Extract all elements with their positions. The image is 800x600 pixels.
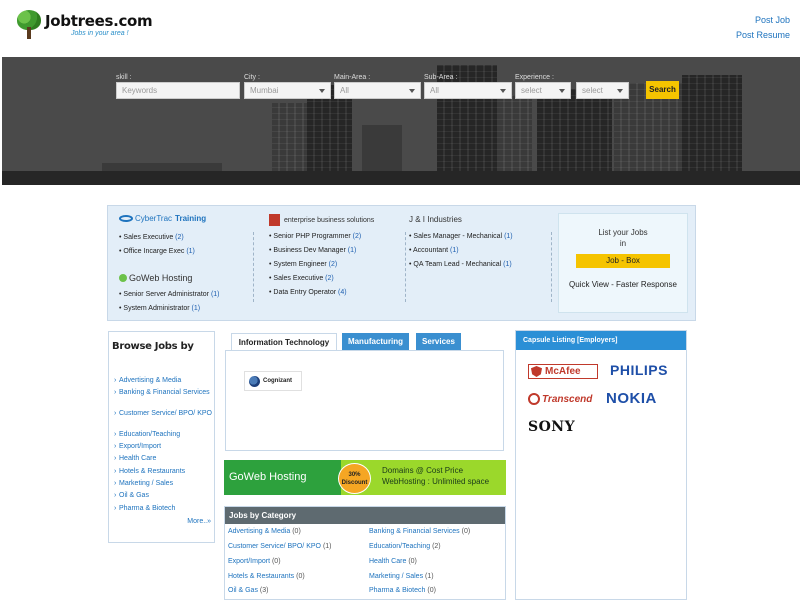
- nokia-logo[interactable]: NOKIA: [606, 390, 657, 407]
- list-jobs-box: List your Jobs in Job - Box Quick View -…: [558, 213, 688, 313]
- job-link[interactable]: • System Administrator (1): [119, 305, 200, 312]
- job-link[interactable]: • Office Incarge Exec (1): [119, 248, 195, 255]
- site-logo[interactable]: Jobtrees.com Jobs in your area !: [16, 10, 153, 40]
- cognizant-logo[interactable]: Cognizant: [244, 371, 302, 391]
- more-link[interactable]: More..»: [187, 518, 211, 525]
- discount-badge: 30% Discount: [338, 463, 371, 494]
- capsule-title: Capsule Listing [Employers]: [516, 331, 686, 350]
- browse-jobs-panel: Browse Jobs by Advertising & Media Banki…: [108, 331, 215, 543]
- list-jobs-title: List your Jobs in: [598, 228, 648, 248]
- tab-panel: Cognizant: [225, 350, 504, 451]
- logo-tagline: Jobs in your area !: [71, 29, 129, 37]
- job-box-button[interactable]: Job - Box: [576, 254, 670, 268]
- cybertrac-icon: [119, 215, 133, 222]
- category-link[interactable]: Export/Import (0): [228, 558, 281, 565]
- philips-logo[interactable]: PHILIPS: [610, 362, 668, 378]
- tab-information-technology[interactable]: Information Technology: [231, 333, 337, 350]
- category-link[interactable]: Hotels & Restaurants (0): [228, 573, 305, 580]
- category-link[interactable]: Health Care (0): [369, 558, 417, 565]
- jobs-by-category: Jobs by Category Advertising & Media (0)…: [224, 506, 506, 600]
- browse-title: Browse Jobs by: [112, 341, 194, 352]
- featured-employers: CyberTrac Training • Sales Executive (2)…: [107, 205, 696, 321]
- category-link[interactable]: Customer Service/ BPO/ KPO (1): [228, 543, 332, 550]
- job-link[interactable]: • System Engineer (2): [269, 261, 337, 268]
- main-area-field: Main-Area : All: [334, 73, 421, 99]
- category-link[interactable]: Education/Teaching (2): [369, 543, 441, 550]
- browse-link[interactable]: Customer Service/ BPO/ KPO: [114, 409, 212, 418]
- goweb-icon: [119, 274, 127, 282]
- mcafee-logo[interactable]: McAfee: [528, 364, 598, 379]
- cognizant-icon: [249, 375, 260, 387]
- browse-link[interactable]: Banking & Financial Services: [114, 388, 212, 397]
- job-link[interactable]: • QA Team Lead - Mechanical (1): [409, 261, 512, 268]
- job-link[interactable]: • Senior Server Administrator (1): [119, 291, 220, 298]
- category-link[interactable]: Banking & Financial Services (0): [369, 528, 470, 535]
- post-job-link[interactable]: Post Job: [736, 13, 790, 28]
- experience-max-select[interactable]: select: [576, 82, 629, 99]
- category-link[interactable]: Advertising & Media (0): [228, 528, 301, 535]
- sony-logo[interactable]: SONY: [528, 419, 575, 435]
- top-links: Post Job Post Resume: [736, 13, 790, 43]
- job-link[interactable]: • Sales Manager - Mechanical (1): [409, 233, 513, 240]
- category-title: Jobs by Category: [225, 507, 505, 524]
- job-link[interactable]: • Sales Executive (2): [269, 275, 334, 282]
- browse-link[interactable]: Pharma & Biotech: [114, 504, 212, 513]
- browse-link[interactable]: Oil & Gas: [114, 491, 212, 500]
- sub-area-field: Sub-Area : All: [424, 73, 512, 99]
- banner-text: Domains @ Cost Price WebHosting : Unlimi…: [382, 466, 490, 486]
- divider: [551, 232, 552, 302]
- banner-brand: GoWeb Hosting: [224, 460, 341, 495]
- goweb-logo[interactable]: GoWeb Hosting: [119, 273, 192, 283]
- cybertrac-logo[interactable]: CyberTrac Training: [119, 214, 206, 223]
- job-link[interactable]: • Data Entry Operator (4): [269, 289, 347, 296]
- browse-link[interactable]: Hotels & Restaurants: [114, 467, 212, 476]
- category-link[interactable]: Pharma & Biotech (0): [369, 587, 436, 594]
- keywords-input[interactable]: Keywords: [116, 82, 240, 99]
- capsule-listing: Capsule Listing [Employers] McAfee PHILI…: [515, 330, 687, 600]
- job-link[interactable]: • Accountant (1): [409, 247, 459, 254]
- category-link[interactable]: Marketing / Sales (1): [369, 573, 434, 580]
- job-link[interactable]: • Business Dev Manager (1): [269, 247, 356, 254]
- browse-link[interactable]: Marketing / Sales: [114, 479, 212, 488]
- divider: [405, 232, 406, 302]
- main-area-select[interactable]: All: [334, 82, 421, 99]
- experience-min-select[interactable]: select: [515, 82, 571, 99]
- divider: [253, 232, 254, 302]
- shield-icon: [531, 366, 542, 377]
- browse-link[interactable]: Advertising & Media: [114, 376, 212, 385]
- tree-logo-icon: [16, 10, 42, 40]
- city-field: City : Mumbai: [244, 73, 331, 99]
- sub-area-select[interactable]: All: [424, 82, 512, 99]
- experience-field: Experience : select: [515, 73, 571, 99]
- post-resume-link[interactable]: Post Resume: [736, 28, 790, 43]
- tab-manufacturing[interactable]: Manufacturing: [342, 333, 409, 350]
- browse-link[interactable]: Education/Teaching: [114, 430, 212, 439]
- ji-industries-logo[interactable]: J & I Industries: [409, 215, 462, 224]
- transcend-icon: [528, 393, 540, 405]
- browse-link[interactable]: Export/Import: [114, 442, 212, 451]
- list-jobs-subtitle: Quick View - Faster Response: [569, 280, 677, 289]
- city-select[interactable]: Mumbai: [244, 82, 331, 99]
- tab-services[interactable]: Services: [416, 333, 461, 350]
- category-link[interactable]: Oil & Gas (3): [228, 587, 268, 594]
- skill-field: skill : Keywords: [116, 73, 240, 99]
- ebs-logo[interactable]: enterprise business solutions: [269, 214, 374, 226]
- experience-max-field: select: [576, 73, 629, 99]
- transcend-logo[interactable]: Transcend: [528, 393, 592, 405]
- hosting-banner[interactable]: GoWeb Hosting 30% Discount Domains @ Cos…: [224, 460, 506, 495]
- search-button[interactable]: Search: [646, 81, 679, 99]
- job-link[interactable]: • Sales Executive (2): [119, 234, 184, 241]
- job-link[interactable]: • Senior PHP Programmer (2): [269, 233, 361, 240]
- browse-link[interactable]: Health Care: [114, 454, 212, 463]
- logo-title: Jobtrees.com: [45, 11, 153, 30]
- ebs-icon: [269, 214, 280, 226]
